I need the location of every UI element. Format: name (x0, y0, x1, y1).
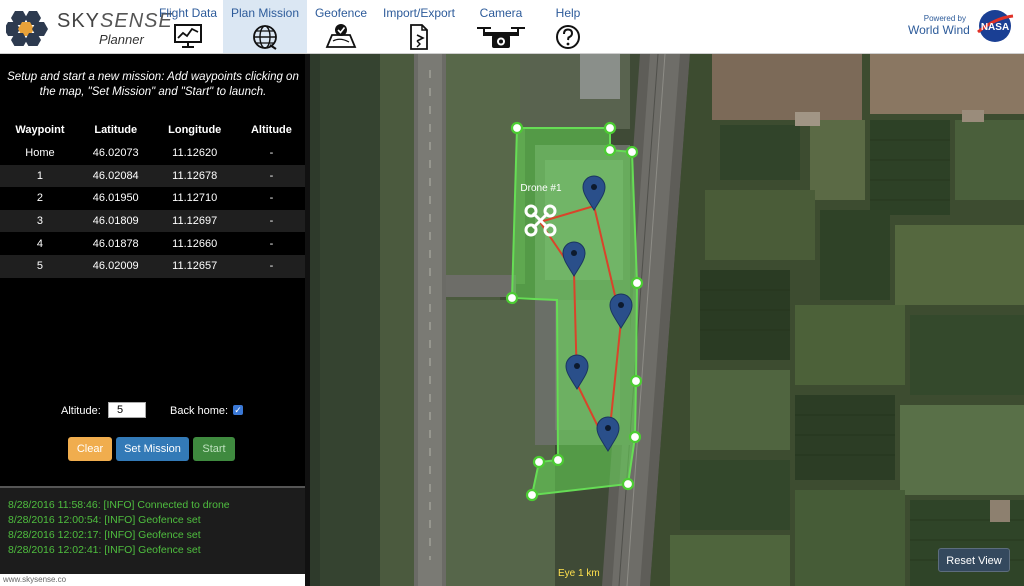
tab-label: Camera (479, 6, 523, 20)
column-header: Longitude (168, 124, 222, 136)
brand-name: SKYSENSE (57, 10, 173, 32)
column-header: Latitude (94, 124, 138, 136)
table-cell: - (237, 209, 305, 233)
column-header: Altitude (250, 124, 292, 136)
document-arrow-icon (410, 24, 428, 50)
reset-view-button[interactable]: Reset View (938, 548, 1010, 572)
world-wind-label: World Wind (908, 23, 970, 37)
brand-subtitle: Planner (99, 32, 144, 47)
table-cell: 5 (0, 254, 80, 278)
tab-import-export[interactable]: Import/Export (380, 0, 458, 53)
tab-help[interactable]: Help (545, 0, 591, 53)
tab-flight-data[interactable]: Flight Data (157, 0, 219, 53)
start-button[interactable]: Start (193, 437, 235, 461)
table-cell: - (269, 237, 274, 250)
browser-status-bar: www.skysense.co (0, 574, 340, 586)
geofence-vertex (532, 455, 546, 469)
tab-plan-mission[interactable]: Plan Mission (223, 0, 307, 53)
table-cell: 1 (0, 164, 80, 188)
table-cell: 11.12678 (151, 164, 238, 188)
table-row[interactable]: 2 46.01950 11.12710 - (0, 187, 305, 210)
map-check-icon (325, 24, 357, 48)
table-row[interactable]: 3 46.01809 11.12697 - (0, 209, 305, 233)
table-row[interactable]: Home 46.02073 11.12620 - (0, 142, 305, 165)
log-line: 8/28/2016 12:02:41: [INFO] Geofence set (8, 544, 201, 556)
log-line: 8/28/2016 11:58:46: [INFO] Connected to … (8, 499, 230, 511)
altitude-input[interactable] (108, 402, 146, 418)
table-row[interactable]: 4 46.01878 11.12660 - (0, 232, 305, 255)
mission-panel: Setup and start a new mission: Add waypo… (0, 54, 305, 486)
geofence-vertex (551, 453, 565, 467)
geofence-vertex (625, 145, 639, 159)
nasa-logo-text: NASA (981, 22, 1009, 33)
geofence-vertex (630, 276, 644, 290)
eye-altitude-readout: Eye 1 km (558, 568, 600, 579)
table-cell: 46.01878 (92, 237, 139, 250)
table-cell: 46.02084 (79, 164, 152, 188)
geofence-vertex (603, 121, 617, 135)
hexagon-logo-icon (6, 11, 48, 46)
table-cell: 3 (0, 209, 80, 233)
geofence-vertex (505, 291, 519, 305)
geofence-vertex (525, 488, 539, 502)
table-cell: - (237, 164, 305, 188)
log-line: 8/28/2016 12:00:54: [INFO] Geofence set (8, 514, 201, 526)
column-header: Waypoint (15, 124, 65, 136)
powered-by-world-wind: Powered by World Wind (908, 14, 970, 37)
table-cell: - (237, 254, 305, 278)
table-cell: 46.01809 (79, 209, 152, 233)
tab-camera[interactable]: Camera (472, 0, 530, 53)
skysense-logo[interactable]: SKYSENSE Planner (6, 6, 172, 48)
table-cell: 11.12620 (172, 147, 218, 160)
drone-label: Drone #1 (520, 183, 562, 194)
table-cell: - (269, 147, 274, 160)
tab-label: Plan Mission (230, 6, 300, 20)
table-row[interactable]: 5 46.02009 11.12657 - (0, 254, 305, 278)
nasa-logo-icon: NASA (977, 10, 1014, 42)
geofence-vertex (510, 121, 524, 135)
table-cell: 46.02073 (92, 147, 139, 160)
table-cell: 11.12697 (151, 209, 238, 233)
set-mission-button[interactable]: Set Mission (116, 437, 189, 461)
table-cell: 11.12660 (172, 237, 218, 250)
drone-camera-icon (477, 27, 525, 48)
log-line: 8/28/2016 12:02:17: [INFO] Geofence set (8, 529, 201, 541)
globe-icon (253, 25, 277, 50)
geofence-vertex (603, 143, 617, 157)
tab-label: Geofence (314, 6, 368, 20)
table-cell: 11.12710 (172, 192, 218, 205)
altitude-label: Altitude: (61, 405, 101, 417)
clear-button[interactable]: Clear (68, 437, 112, 461)
table-header-row: Waypoint Latitude Longitude Altitude (0, 118, 305, 142)
instructions-text: Setup and start a new mission: Add waypo… (7, 71, 299, 98)
table-cell: - (269, 192, 274, 205)
table-row[interactable]: 1 46.02084 11.12678 - (0, 164, 305, 188)
back-home-checkbox[interactable]: ✓ (233, 405, 243, 415)
table-cell: 4 (36, 237, 43, 250)
log-panel: 8/28/2016 11:58:46: [INFO] Connected to … (0, 486, 305, 578)
tab-label: Help (555, 6, 581, 20)
table-cell: 11.12657 (151, 254, 238, 278)
chart-icon (174, 24, 202, 48)
back-home-label: Back home: (170, 405, 229, 417)
table-cell: 2 (36, 192, 43, 205)
top-navigation-bar: SKYSENSE Planner Flight Data Plan Missio… (0, 0, 1024, 54)
geofence-vertex (628, 430, 642, 444)
geofence-vertex (621, 477, 635, 491)
table-cell: 46.01950 (92, 192, 139, 205)
tab-geofence[interactable]: Geofence (313, 0, 369, 53)
tab-label: Import/Export (382, 6, 456, 20)
geofence-vertex (629, 374, 643, 388)
table-cell: 46.02009 (79, 254, 152, 278)
tab-label: Flight Data (158, 6, 218, 20)
powered-by-label: Powered by (923, 14, 966, 23)
waypoint-table: Waypoint Latitude Longitude Altitude Hom… (0, 118, 305, 278)
table-cell: Home (25, 147, 55, 160)
satellite-map[interactable]: Drone #1 (310, 54, 1024, 586)
question-icon (556, 25, 580, 49)
